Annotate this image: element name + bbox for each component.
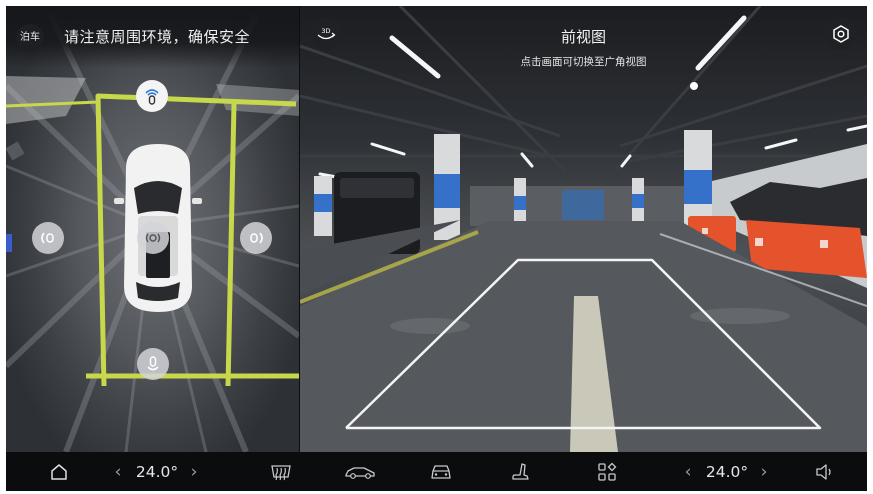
rear-radar-icon <box>147 356 159 371</box>
car-front-button[interactable] <box>426 452 456 491</box>
car-exterior-icon <box>345 466 375 479</box>
left-radar-icon <box>41 232 54 244</box>
rear-defrost-icon <box>271 464 291 480</box>
settings-icon <box>833 25 849 43</box>
rear-sensor-button[interactable] <box>137 348 169 380</box>
surround-radar-icon <box>145 233 161 243</box>
volume-icon <box>816 463 831 480</box>
parking-hint-text: 请注意周围环境，确保安全 <box>64 28 251 46</box>
volume-button[interactable] <box>810 452 840 491</box>
parking-badge[interactable]: 泊车 <box>16 24 44 52</box>
front-radar-icon <box>145 89 159 105</box>
left-sensor-button[interactable] <box>32 222 64 254</box>
left-temperature: 24.0° <box>135 462 179 481</box>
left-temp-decrease[interactable]: ‹ <box>110 452 126 491</box>
bottom-bar: ‹ 24.0° › ‹ 24.0° › <box>6 452 867 491</box>
car-front-icon <box>431 464 451 479</box>
front-sensor-button[interactable] <box>136 80 168 112</box>
home-button[interactable] <box>44 452 74 491</box>
rear-defrost-button[interactable] <box>266 452 296 491</box>
apps-button[interactable] <box>592 452 622 491</box>
car-exterior-button[interactable] <box>342 452 378 491</box>
right-temp-increase[interactable]: › <box>756 452 772 491</box>
seat-icon <box>512 462 529 480</box>
camera-subtitle[interactable]: 点击画面可切换至广角视图 <box>300 54 867 69</box>
seat-button[interactable] <box>506 452 536 491</box>
camera-feed <box>300 6 867 452</box>
right-sensor-button[interactable] <box>240 222 272 254</box>
camera-title: 前视图 <box>560 28 606 46</box>
right-temperature: 24.0° <box>705 462 749 481</box>
screen: 泊车 请注意周围环境，确保安全 3D 前视图 点击画面可切换至广角视图 ‹ 24… <box>6 6 867 491</box>
left-temp-increase[interactable]: › <box>186 452 202 491</box>
right-temp-decrease[interactable]: ‹ <box>680 452 696 491</box>
apps-icon <box>598 462 617 481</box>
parking-hint-bar: 泊车 请注意周围环境，确保安全 <box>6 6 299 68</box>
center-view-button[interactable] <box>137 222 169 254</box>
surround-view[interactable]: 泊车 请注意周围环境，确保安全 <box>6 6 299 452</box>
right-radar-icon <box>250 232 263 244</box>
front-camera-view[interactable]: 3D 前视图 点击画面可切换至广角视图 <box>300 6 867 452</box>
home-icon <box>51 463 67 480</box>
settings-button[interactable] <box>825 18 857 50</box>
